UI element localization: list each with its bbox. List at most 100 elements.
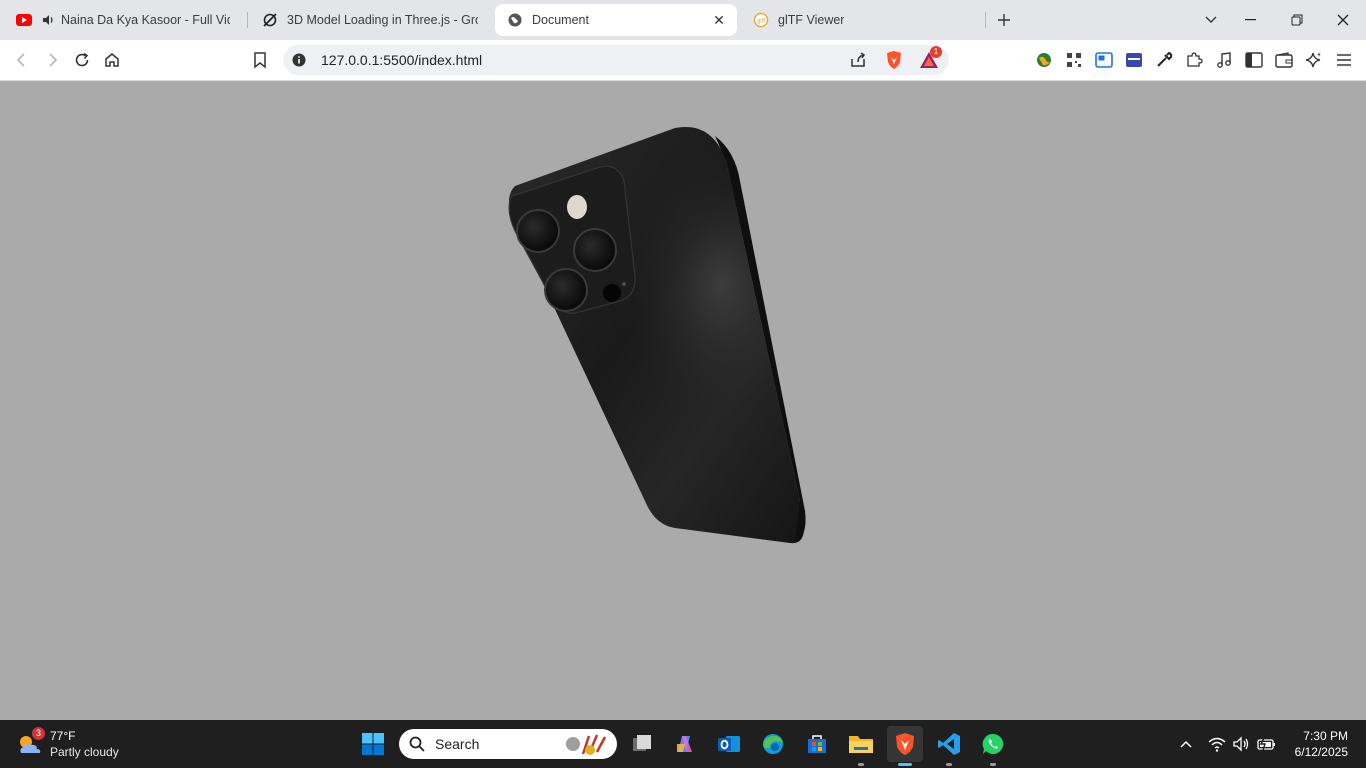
- outlook-button[interactable]: [711, 726, 747, 762]
- reload-button[interactable]: [68, 46, 96, 74]
- tab-gltf-viewer[interactable]: gltf glTF Viewer: [741, 0, 981, 40]
- leo-ai-button[interactable]: [1300, 46, 1328, 74]
- brave-browser-button[interactable]: [887, 726, 923, 766]
- tab-title: Document: [532, 13, 589, 27]
- extension-globe-button[interactable]: [1030, 46, 1058, 74]
- task-view-button[interactable]: [624, 726, 660, 762]
- window-icon: [1126, 53, 1142, 67]
- camera-flash: [567, 195, 587, 219]
- taskbar-search[interactable]: Search: [399, 729, 617, 759]
- running-indicator: [946, 763, 952, 766]
- whatsapp-button[interactable]: [975, 726, 1011, 766]
- restore-button[interactable]: [1274, 0, 1320, 40]
- copilot-icon: [677, 736, 692, 752]
- sparkle-icon: [1305, 52, 1321, 68]
- tab-manager-button[interactable]: [1120, 46, 1148, 74]
- windows-logo-icon: [362, 733, 384, 755]
- bookmark-button[interactable]: [246, 46, 274, 74]
- eyedropper-icon: [1157, 51, 1173, 67]
- svg-text:gltf: gltf: [757, 19, 765, 25]
- active-indicator: [898, 763, 912, 766]
- start-button[interactable]: [355, 726, 391, 762]
- tab-separator: [247, 12, 248, 28]
- tab-title: 3D Model Loading in Three.js - Grok: [287, 13, 478, 27]
- store-icon: [808, 735, 826, 753]
- qr-code-icon: [1067, 53, 1081, 67]
- close-window-button[interactable]: [1320, 0, 1366, 40]
- bookmark-icon: [254, 52, 266, 69]
- minimize-button[interactable]: [1228, 0, 1274, 40]
- weather-widget[interactable]: 3 77°F Partly cloudy: [16, 727, 126, 762]
- close-icon: [1337, 14, 1349, 26]
- arrow-left-icon: [16, 53, 25, 67]
- home-button[interactable]: [98, 46, 126, 74]
- vscode-button[interactable]: [931, 726, 967, 766]
- wallet-icon: [1275, 52, 1293, 68]
- clock[interactable]: 7:30 PM 6/12/2025: [1278, 728, 1348, 760]
- picture-in-picture-icon: [1095, 52, 1113, 68]
- battery-icon: [1257, 737, 1275, 751]
- home-icon: [105, 53, 119, 67]
- arrow-right-icon: [49, 53, 58, 67]
- wallet-button[interactable]: [1270, 46, 1298, 74]
- edge-icon: [763, 734, 783, 754]
- weather-temp: 77°F: [50, 729, 76, 743]
- tab-document[interactable]: Document ✕: [495, 4, 737, 36]
- forward-button[interactable]: [38, 46, 66, 74]
- file-explorer-button[interactable]: [843, 726, 879, 766]
- system-tray[interactable]: [1204, 726, 1280, 762]
- gltf-icon: gltf: [753, 12, 769, 28]
- chevron-down-icon: [1205, 16, 1217, 23]
- search-icon: [409, 736, 425, 757]
- globe-icon: [507, 12, 523, 28]
- edge-button[interactable]: [755, 726, 791, 762]
- microsoft-store-button[interactable]: [799, 726, 835, 762]
- clock-date: 6/12/2025: [1294, 745, 1348, 759]
- sidebar-button[interactable]: [1240, 46, 1268, 74]
- copilot-button[interactable]: [667, 726, 703, 762]
- site-info-icon[interactable]: [292, 53, 306, 72]
- new-tab-button[interactable]: [981, 0, 1027, 40]
- sidebar-icon: [1245, 52, 1263, 68]
- globe-extension-icon: [1037, 53, 1051, 67]
- share-icon[interactable]: [849, 51, 867, 74]
- url-text: 127.0.0.1:5500/index.html: [321, 52, 483, 68]
- microphone-dot: [622, 282, 626, 286]
- clock-time: 7:30 PM: [1303, 729, 1348, 743]
- music-note-icon: [1217, 52, 1231, 68]
- media-button[interactable]: [1210, 46, 1238, 74]
- folder-icon: [849, 736, 873, 753]
- brave-rewards-icon[interactable]: 1: [919, 46, 942, 75]
- tab-grok[interactable]: 3D Model Loading in Three.js - Grok: [250, 0, 490, 40]
- color-picker-button[interactable]: [1150, 46, 1178, 74]
- hamburger-icon: [1337, 54, 1351, 66]
- qr-code-button[interactable]: [1060, 46, 1088, 74]
- close-tab-icon[interactable]: ✕: [711, 12, 727, 28]
- windows-taskbar: 3 77°F Partly cloudy Search 7:30 PM 6/12…: [0, 720, 1366, 768]
- youtube-icon: [16, 12, 32, 28]
- restore-icon: [1291, 14, 1303, 26]
- speaker-icon[interactable]: [41, 12, 55, 28]
- back-button[interactable]: [8, 46, 36, 74]
- weather-badge: 3: [32, 727, 45, 740]
- tab-title: glTF Viewer: [778, 13, 845, 27]
- tab-strip: Naina Da Kya Kasoor - Full Video 3D Mode…: [0, 0, 1366, 40]
- brave-shields-icon[interactable]: [885, 50, 903, 75]
- extensions-button[interactable]: [1180, 46, 1208, 74]
- tab-youtube[interactable]: Naina Da Kya Kasoor - Full Video: [4, 0, 242, 40]
- outlook-icon: [718, 736, 740, 752]
- weather-condition: Partly cloudy: [50, 745, 119, 759]
- tab-title: Naina Da Kya Kasoor - Full Video: [61, 13, 230, 27]
- brave-icon: [896, 733, 914, 755]
- three-js-canvas[interactable]: [0, 81, 1366, 720]
- running-indicator: [990, 763, 996, 766]
- plus-icon: [998, 14, 1010, 26]
- camera-lens: [516, 209, 560, 253]
- phone-model: [508, 126, 806, 544]
- show-hidden-icons-button[interactable]: [1170, 726, 1202, 762]
- minimize-icon: [1245, 19, 1256, 21]
- picture-in-picture-button[interactable]: [1090, 46, 1118, 74]
- menu-button[interactable]: [1330, 46, 1358, 74]
- volume-icon: [1233, 736, 1249, 752]
- address-bar[interactable]: 127.0.0.1:5500/index.html 1: [283, 45, 949, 75]
